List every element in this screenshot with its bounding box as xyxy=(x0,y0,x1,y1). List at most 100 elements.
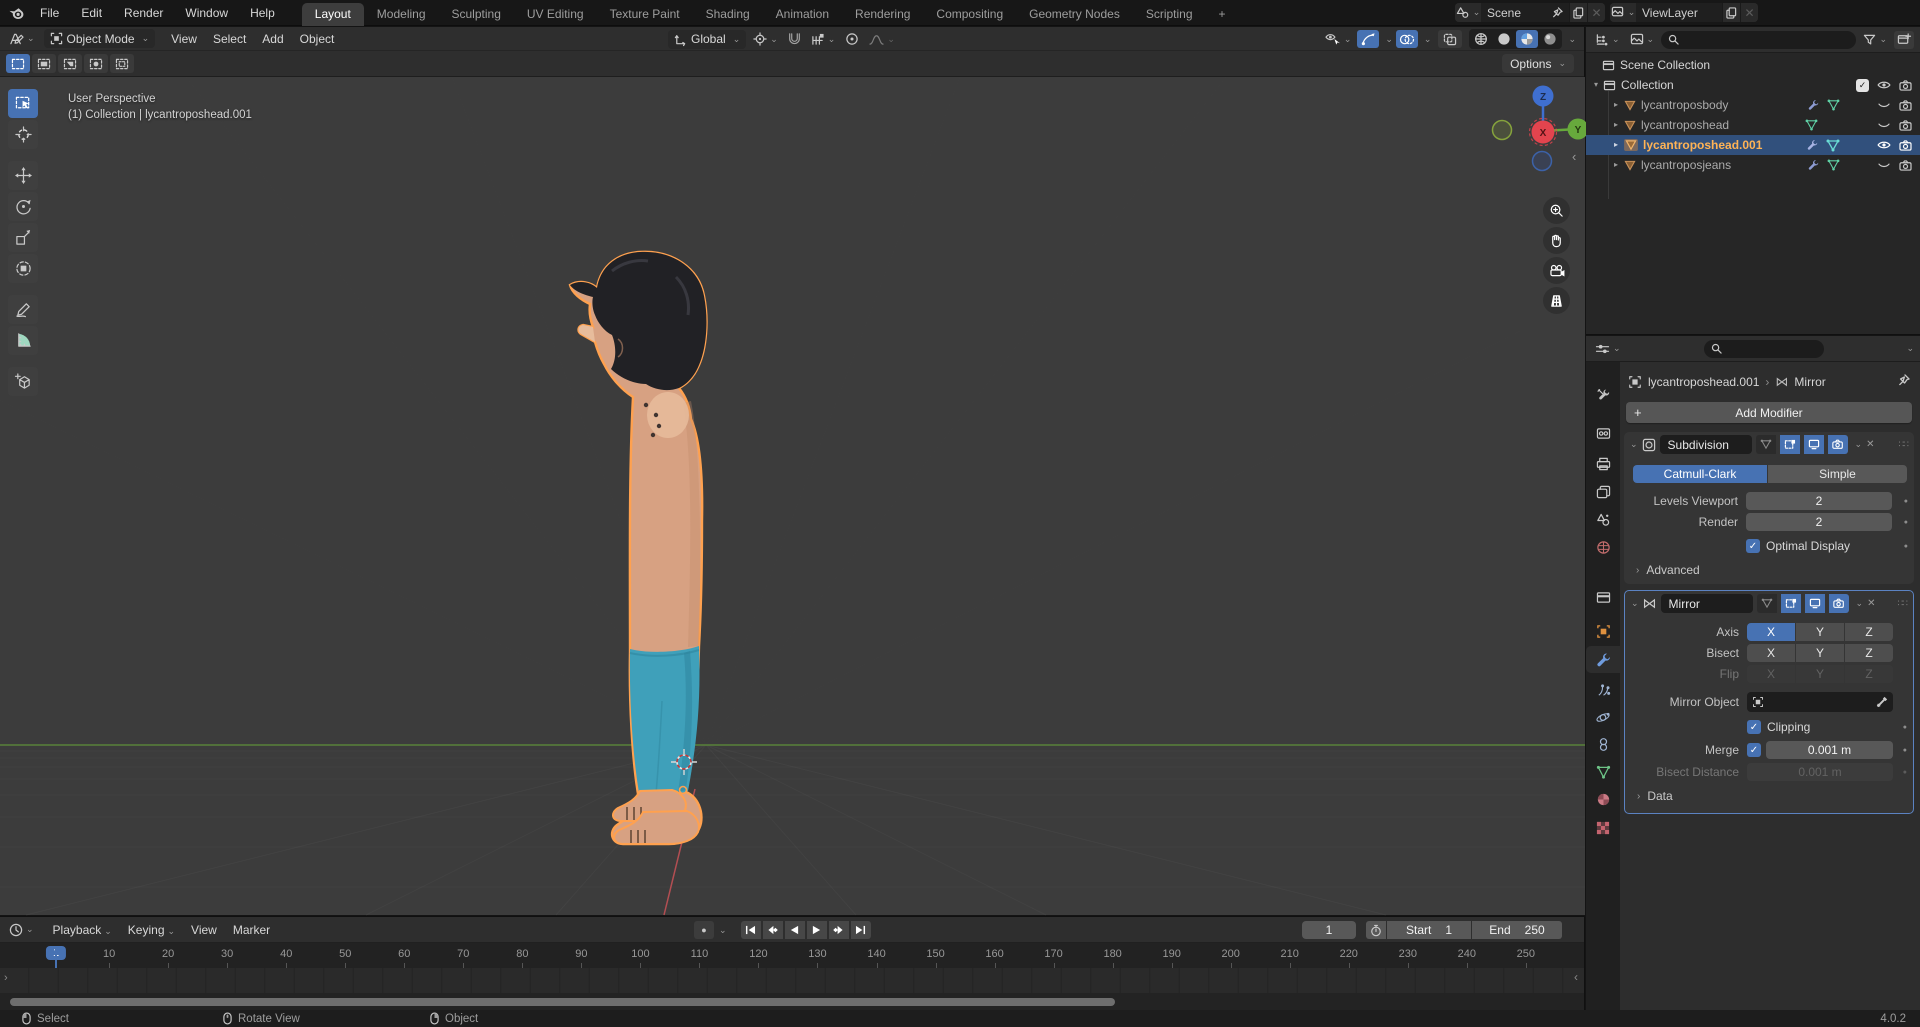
breadcrumb-modifier[interactable]: Mirror xyxy=(1794,375,1825,389)
menu-file[interactable]: File xyxy=(29,0,70,26)
timeline-menu-playback[interactable]: Playback⌄ xyxy=(45,923,120,937)
add-modifier-button[interactable]: + Add Modifier xyxy=(1626,402,1912,423)
camera-render-icon[interactable] xyxy=(1899,120,1912,131)
scene-icon[interactable]: ⌄ xyxy=(1455,3,1481,22)
data-section-toggle[interactable]: › Data xyxy=(1637,789,1673,803)
options-button[interactable]: Options ⌄ xyxy=(1502,54,1574,73)
view-layer-icon[interactable]: ⌄ xyxy=(1610,3,1636,22)
tab-world[interactable] xyxy=(1586,534,1620,561)
flip-y-button[interactable]: Y xyxy=(1796,665,1844,683)
view-layer-name-field[interactable]: ViewLayer xyxy=(1636,3,1722,22)
navigation-gizmo[interactable]: Z Y X xyxy=(1488,85,1593,185)
disclosure-triangle-icon[interactable]: ▸ xyxy=(1614,121,1618,129)
outliner-editor-type-button[interactable]: ⌄ xyxy=(1592,31,1623,49)
pin-id-icon[interactable] xyxy=(1898,374,1910,386)
flip-x-button[interactable]: X xyxy=(1747,665,1795,683)
view-layer-copy-button[interactable] xyxy=(1722,3,1740,22)
viewport-menu-object[interactable]: Object xyxy=(292,32,343,46)
tool-rotate[interactable] xyxy=(8,192,38,221)
tab-modifiers-active[interactable] xyxy=(1586,646,1620,673)
workspace-tab-scripting[interactable]: Scripting xyxy=(1133,3,1206,26)
disclosure-triangle-icon[interactable]: ▸ xyxy=(1614,101,1618,109)
mirror-render-toggle[interactable] xyxy=(1829,594,1849,613)
end-frame-field[interactable]: End 250 xyxy=(1472,921,1562,939)
channel-expand-arrow[interactable]: › xyxy=(4,972,8,984)
axis-y-button[interactable]: Y xyxy=(1796,623,1844,641)
simple-button[interactable]: Simple xyxy=(1768,465,1907,483)
tab-object[interactable] xyxy=(1586,618,1620,645)
tool-measure[interactable] xyxy=(8,326,38,355)
tab-view-layer[interactable] xyxy=(1586,478,1620,505)
select-mode-subtract-icon[interactable] xyxy=(58,54,82,73)
gizmo-y-negative-axis[interactable] xyxy=(1493,121,1512,140)
levels-viewport-value[interactable]: 2 xyxy=(1746,492,1892,510)
drag-handle-icon[interactable]: ∷∷ xyxy=(1898,598,1907,609)
viewport-menu-view[interactable]: View xyxy=(163,32,205,46)
tab-constraints[interactable] xyxy=(1586,731,1620,758)
camera-render-icon[interactable] xyxy=(1899,160,1912,171)
eye-open-icon[interactable] xyxy=(1877,140,1891,150)
next-keyframe-button[interactable] xyxy=(829,921,849,939)
select-mode-set-icon[interactable] xyxy=(6,54,30,73)
animate-dot[interactable]: ● xyxy=(1903,747,1907,754)
camera-render-icon[interactable] xyxy=(1899,140,1912,151)
menu-window[interactable]: Window xyxy=(174,0,239,26)
select-mode-extend-icon[interactable] xyxy=(32,54,56,73)
outliner-row-lycantroposbody[interactable]: ▸ lycantroposbody xyxy=(1586,95,1920,115)
panel-collapse-icon[interactable]: ⌄ xyxy=(1631,599,1639,608)
tab-particles[interactable] xyxy=(1586,677,1620,704)
tab-tool[interactable] xyxy=(1586,382,1620,409)
tab-material[interactable] xyxy=(1586,786,1620,813)
animate-dot[interactable]: ● xyxy=(1904,543,1908,550)
overlays-dropdown[interactable]: ⌄ xyxy=(1424,35,1432,44)
viewport-canvas[interactable] xyxy=(0,77,1585,915)
zoom-icon[interactable] xyxy=(1543,197,1570,224)
eye-closed-icon[interactable] xyxy=(1877,160,1891,170)
shading-wireframe-button[interactable] xyxy=(1470,30,1492,48)
sidebar-collapse-arrow[interactable]: ‹ xyxy=(1572,149,1576,164)
eye-open-icon[interactable] xyxy=(1877,80,1891,90)
disclosure-triangle-icon[interactable]: ▸ xyxy=(1614,161,1618,169)
editor-type-button[interactable]: ⌄ xyxy=(6,30,38,48)
gizmo-z-negative-axis[interactable] xyxy=(1533,152,1552,171)
blender-logo-icon[interactable] xyxy=(8,5,25,20)
modifier-name-field[interactable]: Subdivision xyxy=(1660,435,1752,454)
outliner-row-lycantroposjeans[interactable]: ▸ lycantroposjeans xyxy=(1586,155,1920,175)
tab-scene[interactable] xyxy=(1586,506,1620,533)
drag-handle-icon[interactable]: ∷∷ xyxy=(1899,439,1908,450)
workspace-tab-compositing[interactable]: Compositing xyxy=(923,3,1016,26)
optimal-display-checkbox[interactable]: ✓ xyxy=(1746,539,1760,553)
mirror-cage-toggle[interactable] xyxy=(1781,594,1801,613)
pan-hand-icon[interactable] xyxy=(1543,227,1570,254)
bisect-y-button[interactable]: Y xyxy=(1796,644,1844,662)
add-workspace-tab[interactable]: + xyxy=(1206,3,1239,26)
viewport-menu-add[interactable]: Add xyxy=(254,32,291,46)
modifier-extras-dropdown[interactable]: ⌄ xyxy=(1855,440,1863,449)
scene-name-field[interactable]: Scene xyxy=(1481,3,1569,22)
properties-editor-type-button[interactable]: ⌄ xyxy=(1592,340,1624,358)
animate-dot[interactable]: ● xyxy=(1903,769,1907,776)
menu-help[interactable]: Help xyxy=(239,0,286,26)
subdiv-edit-mode-toggle[interactable] xyxy=(1756,435,1776,454)
workspace-tab-modeling[interactable]: Modeling xyxy=(364,3,439,26)
keying-set-dropdown[interactable]: ⌄ xyxy=(719,926,727,935)
scene-delete-button[interactable]: ✕ xyxy=(1587,3,1605,22)
advanced-section-toggle[interactable]: › Advanced xyxy=(1636,563,1700,577)
tool-scale[interactable] xyxy=(8,223,38,252)
tool-annotate[interactable] xyxy=(8,295,38,324)
menu-edit[interactable]: Edit xyxy=(70,0,113,26)
auto-keying-toggle[interactable]: ● xyxy=(694,921,714,939)
tab-render[interactable] xyxy=(1586,420,1620,447)
merge-threshold-value[interactable]: 0.001 m xyxy=(1766,741,1893,759)
workspace-tab-sculpting[interactable]: Sculpting xyxy=(439,3,514,26)
modifier-delete-button[interactable]: ✕ xyxy=(1866,439,1874,450)
pivot-point-dropdown[interactable]: ⌄ xyxy=(750,30,781,48)
disclosure-triangle-icon[interactable]: ▸ xyxy=(1614,141,1618,149)
current-frame-field[interactable]: 1 xyxy=(1302,921,1356,939)
workspace-tab-animation[interactable]: Animation xyxy=(763,3,842,26)
timeline-menu-view[interactable]: View xyxy=(183,923,225,937)
camera-render-icon[interactable] xyxy=(1899,80,1912,91)
timeline-collapse-arrow[interactable]: ‹ xyxy=(1574,970,1578,984)
axis-x-button[interactable]: X xyxy=(1747,623,1795,641)
shading-solid-button[interactable] xyxy=(1493,30,1515,48)
